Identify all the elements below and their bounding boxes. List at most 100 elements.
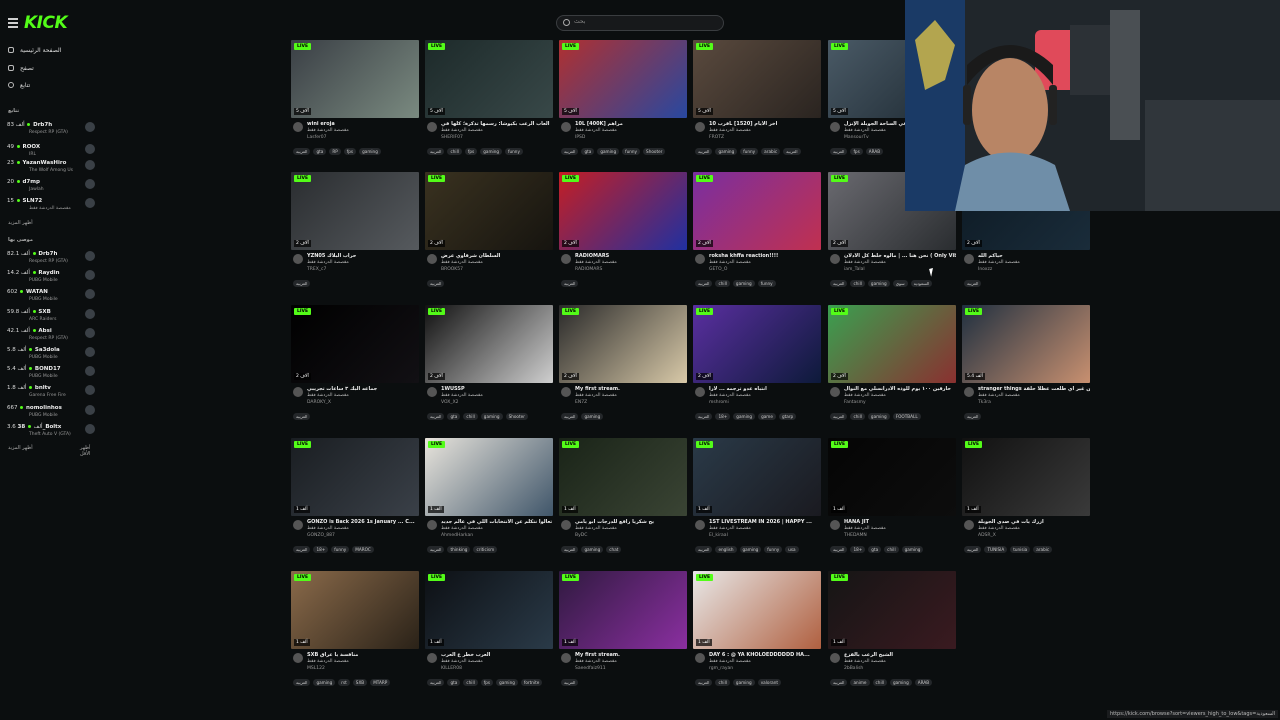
stream-thumbnail[interactable]: LIVE 1 ألف <box>828 438 956 516</box>
tag-chip[interactable]: chill <box>463 679 478 686</box>
streamer-name[interactable]: Tk3ra <box>978 400 991 405</box>
tag-chip[interactable]: chill <box>715 280 730 287</box>
stream-title[interactable]: My first stream. <box>575 652 687 658</box>
tag-chip[interactable]: العربية <box>561 148 579 155</box>
stream-category[interactable]: مقصصة الدردشة فقط <box>441 393 483 398</box>
tag-chip[interactable]: gaming <box>359 148 381 155</box>
stream-thumbnail[interactable]: LIVE 5 آلاف <box>291 40 419 118</box>
stream-category[interactable]: مقصصة الدردشة فقط <box>709 260 751 265</box>
tag-chip[interactable]: العربية <box>830 413 848 420</box>
streamer-name[interactable]: TREX_c7 <box>307 267 326 272</box>
streamer-name[interactable]: DAROKY_X <box>307 400 331 405</box>
stream-category[interactable]: مقصصة الدردشة فقط <box>575 659 617 664</box>
kick-logo[interactable]: KICK <box>24 13 68 33</box>
stream-title[interactable]: السلطان شرقاوي عرض <box>441 253 553 259</box>
tag-chip[interactable]: gaming <box>597 148 620 155</box>
tag-chip[interactable]: العربية <box>783 148 801 155</box>
stream-category[interactable]: مقصصة الدردشة فقط <box>307 393 349 398</box>
tag-chip[interactable]: gaming <box>889 679 912 686</box>
tag-chip[interactable]: العربية <box>695 546 713 553</box>
streamer-name[interactable]: MansourTv <box>844 135 869 140</box>
stream-thumbnail[interactable]: LIVE 1 ألف <box>962 438 1090 516</box>
search-input[interactable]: بحث <box>556 15 724 31</box>
streamer-avatar[interactable] <box>830 520 840 530</box>
streamer-name[interactable]: SHERIF07 <box>441 135 463 140</box>
tag-chip[interactable]: العربية <box>964 546 982 553</box>
tag-chip[interactable]: العربية <box>293 280 311 287</box>
sidebar-browse[interactable]: تصفح <box>8 62 34 74</box>
sidebar-channel-recommended-8[interactable]: 667 nomolinhos PUBG Mobile <box>7 404 97 421</box>
streamer-name[interactable]: mshromi <box>709 400 729 405</box>
stream-category[interactable]: مقصصة الدردشة فقط <box>441 128 483 133</box>
tag-chip[interactable]: العربية <box>427 413 445 420</box>
stream-category[interactable]: مقصصة الدردشة فقط <box>709 128 751 133</box>
sidebar-channel-recommended-3[interactable]: 59.8 ألف SXB ARC Raiders <box>7 308 97 325</box>
tag-chip[interactable]: العربية <box>695 148 713 155</box>
streamer-name[interactable]: ByDC <box>575 533 587 538</box>
tag-chip[interactable]: gaming <box>313 679 336 686</box>
streamer-name[interactable]: 2bBalish <box>844 666 863 671</box>
tag-chip[interactable]: gaming <box>732 280 755 287</box>
streamer-avatar[interactable] <box>830 254 840 264</box>
tag-chip[interactable]: arabic <box>761 148 781 155</box>
streamer-avatar[interactable] <box>427 387 437 397</box>
streamer-avatar[interactable] <box>561 520 571 530</box>
streamer-avatar[interactable] <box>695 387 705 397</box>
stream-thumbnail[interactable]: LIVE 5 آلاف <box>559 40 687 118</box>
tag-chip[interactable]: العربية <box>830 546 848 553</box>
tag-chip[interactable]: chat <box>606 546 622 553</box>
sidebar-channel-recommended-6[interactable]: 5.4 ألف BOND17 PUBG Mobile <box>7 365 97 382</box>
stream-thumbnail[interactable]: LIVE 2 آلاف <box>693 305 821 383</box>
stream-category[interactable]: مقصصة الدردشة فقط <box>844 659 886 664</box>
stream-thumbnail[interactable]: LIVE 2 آلاف <box>291 305 419 383</box>
streamer-name[interactable]: MSL122 <box>307 666 325 671</box>
tag-chip[interactable]: العربية <box>293 546 311 553</box>
tag-chip[interactable]: funny <box>331 546 350 553</box>
sidebar-home[interactable]: الصفحة الرئيسية <box>8 44 61 56</box>
streamer-avatar[interactable] <box>695 520 705 530</box>
stream-title[interactable]: SXB منافسة يا عراق <box>307 652 419 658</box>
tag-chip[interactable]: العربية <box>561 280 579 287</box>
streamer-avatar[interactable] <box>293 254 303 264</box>
tag-chip[interactable]: العربية <box>561 546 579 553</box>
stream-category[interactable]: مقصصة الدردشة فقط <box>307 260 349 265</box>
sidebar-channel-recommended-4[interactable]: 42.1 ألف Absi Respect RP (GTA) <box>7 327 97 344</box>
tag-chip[interactable]: funny <box>757 280 776 287</box>
stream-category[interactable]: مقصصة الدردشة فقط <box>575 128 617 133</box>
stream-category[interactable]: مقصصة الدردشة فقط <box>575 393 617 398</box>
menu-icon[interactable] <box>8 18 18 28</box>
streamer-avatar[interactable] <box>830 387 840 397</box>
stream-category[interactable]: مقصصة الدردشة فقط <box>709 393 751 398</box>
stream-thumbnail[interactable]: LIVE 1 ألف <box>693 571 821 649</box>
stream-category[interactable]: مقصصة الدردشة فقط <box>709 659 751 664</box>
stream-title[interactable]: RADIOMARS <box>575 253 687 259</box>
stream-category[interactable]: مقصصة الدردشة فقط <box>978 526 1020 531</box>
stream-thumbnail[interactable]: LIVE 1 ألف <box>559 571 687 649</box>
streamer-avatar[interactable] <box>964 520 974 530</box>
sidebar-channel-recommended-7[interactable]: 1.8 ألف bnltv Garena Free Fire <box>7 384 97 401</box>
tag-chip[interactable]: chill <box>447 148 462 155</box>
stream-title[interactable]: العرب خطر ع العرب <box>441 652 553 658</box>
streamer-avatar[interactable] <box>964 254 974 264</box>
stream-title[interactable]: YZN05 حراب البلاك <box>307 253 419 259</box>
stream-category[interactable]: مقصصة الدردشة فقط <box>441 659 483 664</box>
stream-title[interactable]: ألعاب الرعب بكيوشا: رسمها تذكرة؛ كلها في <box>441 121 553 127</box>
streamer-avatar[interactable] <box>293 520 303 530</box>
tag-chip[interactable]: gtarp <box>778 413 797 420</box>
tag-chip[interactable]: gaming <box>733 413 756 420</box>
tag-chip[interactable]: العربية <box>830 679 848 686</box>
tag-chip[interactable]: english <box>715 546 737 553</box>
streamer-name[interactable]: iam_Talal <box>844 267 865 272</box>
streamer-name[interactable]: ADSR_X <box>978 533 996 538</box>
stream-title[interactable]: أزرك يات في صدى الجوبلة <box>978 519 1090 525</box>
tag-chip[interactable]: chill <box>884 546 899 553</box>
tag-chip[interactable]: Shooter <box>505 413 528 420</box>
sidebar-channel-recommended-9[interactable]: 3.6 ألف 38_Boltx Theft Auto V (GTA) <box>7 423 97 440</box>
sidebar-channel-recommended-0[interactable]: 82.1 ألف Drb7h Respect RP (GTA) <box>7 250 97 267</box>
tag-chip[interactable]: fps <box>343 148 357 155</box>
stream-thumbnail[interactable]: LIVE 1 ألف <box>559 438 687 516</box>
stream-category[interactable]: مقصصة الدردشة فقط <box>844 128 886 133</box>
stream-category[interactable]: مقصصة الدردشة فقط <box>844 526 886 531</box>
streamer-avatar[interactable] <box>293 122 303 132</box>
recommended-show-less[interactable]: أظهر الأقل <box>80 445 100 457</box>
